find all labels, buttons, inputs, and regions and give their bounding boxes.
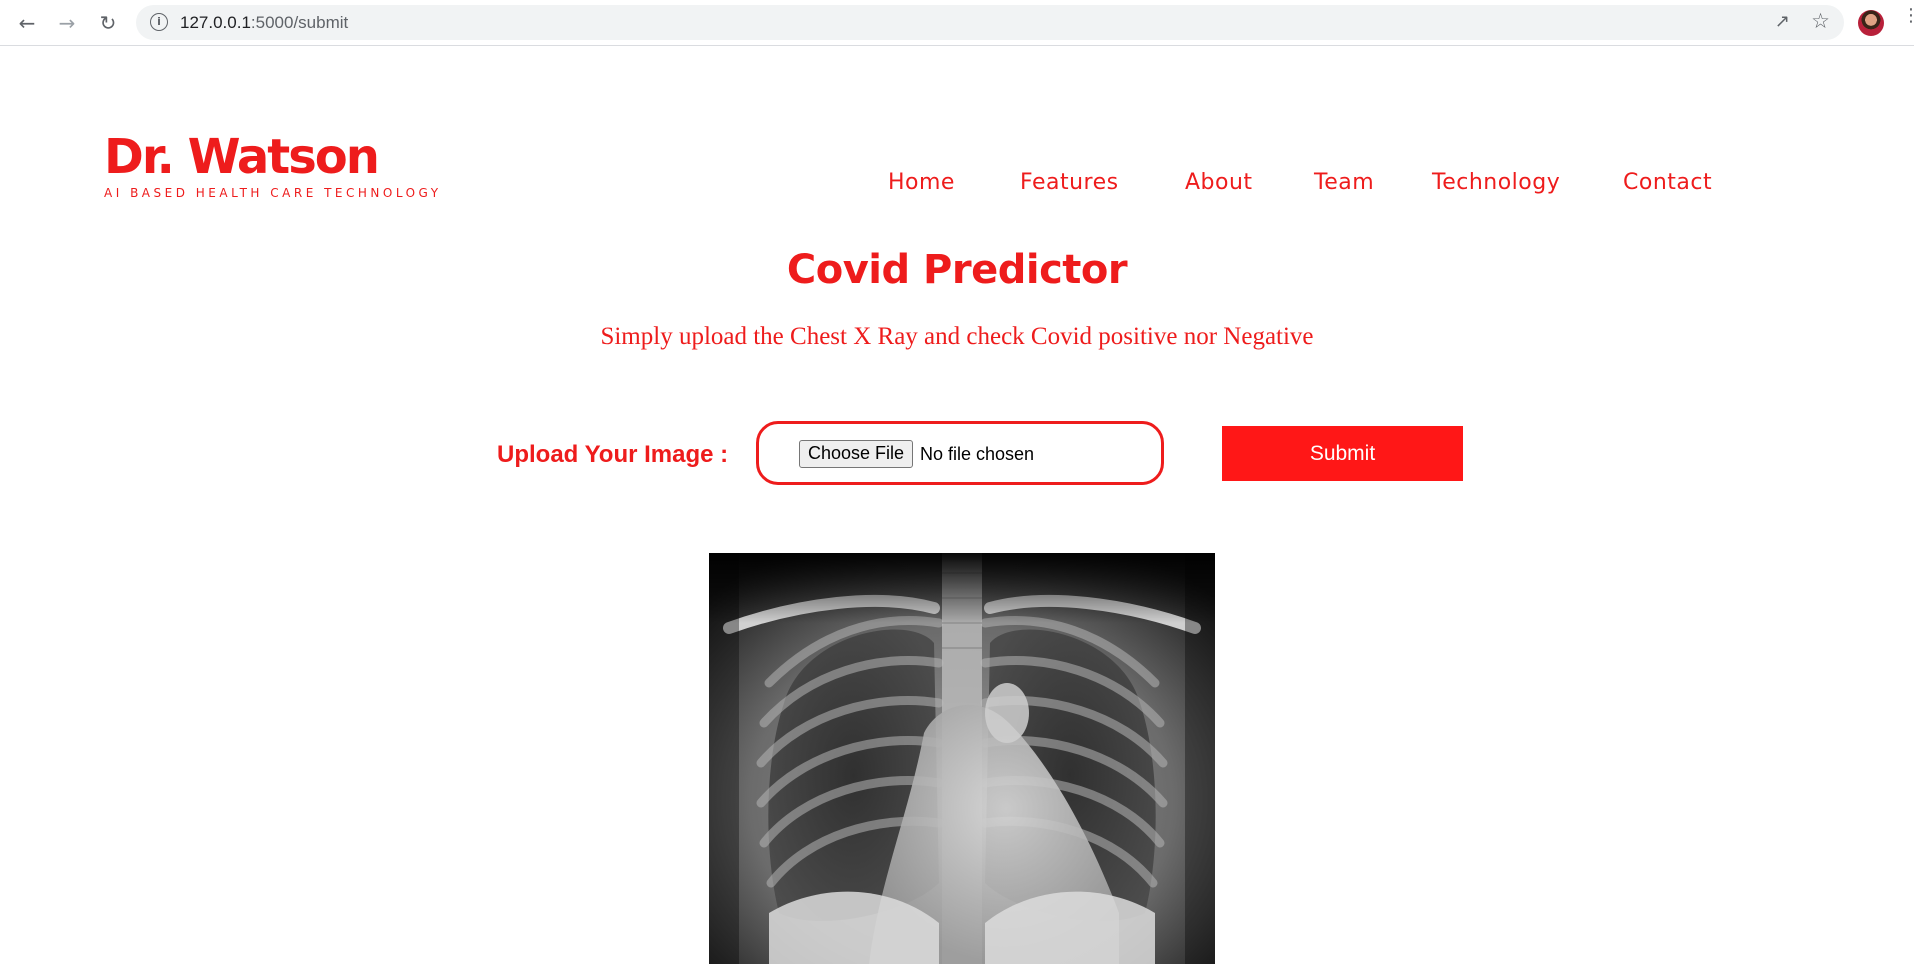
address-bar[interactable]: i 127.0.0.1:5000/submit ↗ ☆ [136,5,1844,40]
nav-item-contact[interactable]: Contact [1623,170,1712,195]
menu-icon[interactable]: ⋮ [1902,7,1914,25]
star-icon[interactable]: ☆ [1811,9,1830,33]
nav-item-features[interactable]: Features [1020,170,1119,195]
file-input[interactable]: Choose File No file chosen [756,421,1164,485]
submit-button[interactable]: Submit [1222,426,1463,481]
forward-icon[interactable]: → [53,9,81,37]
nav-item-technology[interactable]: Technology [1432,170,1560,195]
xray-image [709,553,1215,964]
nav-item-about[interactable]: About [1185,170,1253,195]
browser-toolbar: ← → ↻ i 127.0.0.1:5000/submit ↗ ☆ ⋮ [0,0,1914,46]
nav-item-team[interactable]: Team [1314,170,1374,195]
url-text[interactable]: 127.0.0.1:5000/submit [180,13,348,33]
back-icon[interactable]: ← [13,9,41,37]
reload-icon[interactable]: ↻ [94,9,122,37]
page-subtitle: Simply upload the Chest X Ray and check … [600,323,1314,350]
info-icon[interactable]: i [150,13,168,31]
profile-avatar[interactable] [1858,10,1884,36]
share-icon[interactable]: ↗ [1775,11,1790,32]
url-host: 127.0.0.1 [180,13,251,32]
upload-label: Upload Your Image : [497,441,729,468]
choose-file-button[interactable]: Choose File [799,440,914,468]
xray-image-graphic [709,553,1215,964]
main-nav: Home Features About Team Technology Cont… [0,170,1914,200]
file-status-text: No file chosen [920,444,1035,464]
url-path: :5000/submit [250,13,349,32]
nav-item-home[interactable]: Home [888,170,955,195]
page-title: Covid Predictor [786,247,1128,293]
